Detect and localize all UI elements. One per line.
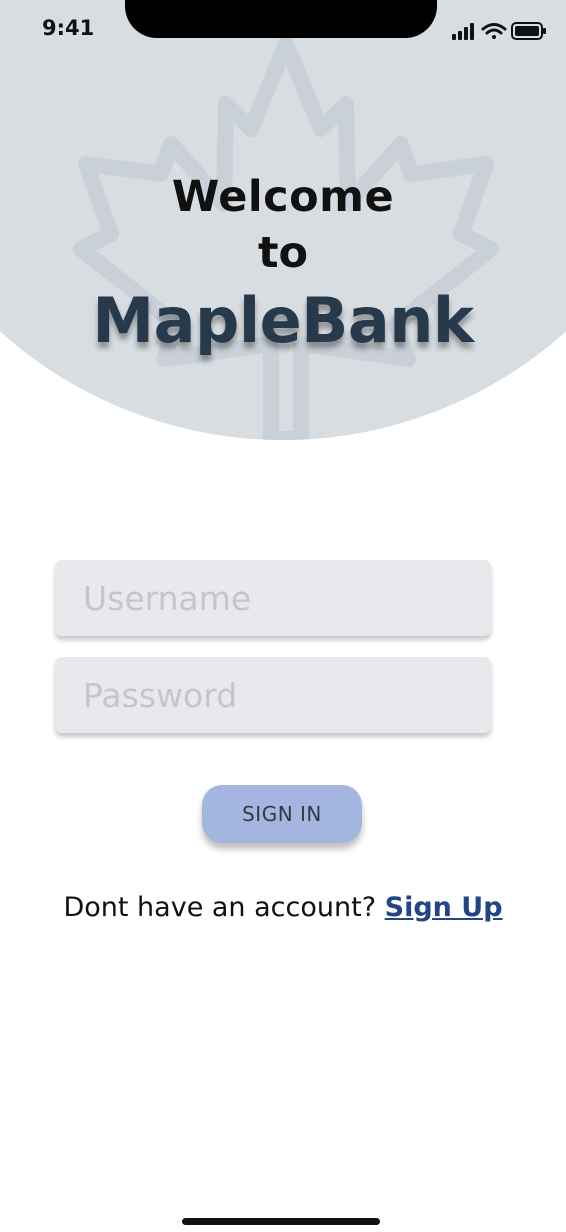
password-input[interactable] <box>55 657 491 733</box>
signup-prompt-row: Dont have an account? Sign Up <box>0 892 566 923</box>
battery-icon <box>511 22 546 40</box>
home-indicator <box>182 1218 380 1225</box>
username-input[interactable] <box>55 560 491 636</box>
sign-in-button[interactable]: SIGN IN <box>202 785 362 843</box>
cellular-signal-icon <box>452 23 474 40</box>
welcome-subheading: to <box>257 228 309 278</box>
device-notch <box>125 0 437 38</box>
signup-link[interactable]: Sign Up <box>385 892 503 923</box>
wifi-icon <box>481 23 507 39</box>
status-bar: 9:41 <box>0 0 566 60</box>
brand-title: MapleBank <box>92 284 474 357</box>
status-icons <box>452 22 546 40</box>
login-screen: 9:41 Welcome to MapleBank SIGN IN <box>0 0 566 1232</box>
signup-prompt-text: Dont have an account? <box>63 892 377 923</box>
welcome-heading: Welcome <box>171 172 395 222</box>
status-time: 9:41 <box>42 16 95 40</box>
